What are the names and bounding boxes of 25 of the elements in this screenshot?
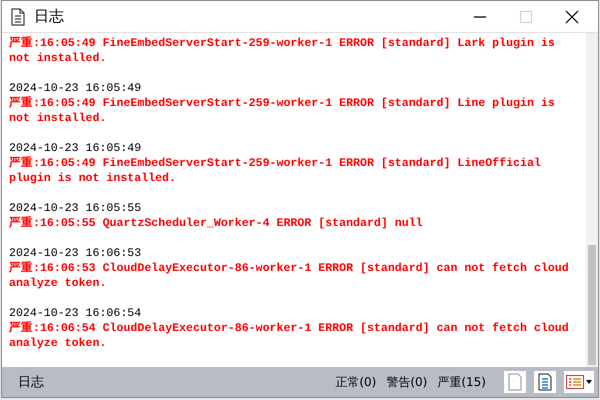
log-timestamp: 2024-10-23 16:06:53 (9, 246, 142, 261)
log-message: 严重:16:05:55 QuartzScheduler_Worker-4 ERROR [standard] null (9, 216, 424, 231)
log-message: 严重:16:06:53 CloudDelayExecutor-86-worker-1 ERROR [standard] can not fetch cloud analyze token. (9, 261, 570, 291)
log-timestamp: 2024-10-23 16:05:49 (9, 81, 142, 96)
status-label: 日志 (18, 374, 44, 391)
list-icon (566, 375, 584, 389)
log-timestamp: 2024-10-23 16:06:54 (9, 306, 142, 321)
log-message: 严重:16:05:49 FineEmbedServerStart-259-worker-1 ERROR [standard] Lark plugin is not installed. (9, 36, 556, 66)
severity-count[interactable]: 警告(0) (386, 374, 428, 390)
maximize-icon (520, 10, 532, 22)
log-message: 严重:16:05:49 FineEmbedServerStart-259-worker-1 ERROR [standard] Line plugin is not installed. (9, 96, 556, 126)
document-icon (10, 8, 26, 26)
filter-dropdown[interactable] (564, 371, 594, 393)
scrollbar[interactable] (586, 33, 598, 367)
window-title: 日志 (34, 7, 64, 26)
log-timestamp: 2024-10-23 16:05:49 (9, 141, 142, 156)
caret-icon (586, 380, 592, 384)
log-timestamp: 2024-10-23 16:05:55 (9, 201, 142, 216)
page-icon[interactable] (504, 371, 526, 393)
list-icon[interactable] (534, 371, 556, 393)
log-message: 严重:16:05:49 FineEmbedServerStart-259-worker-1 ERROR [standard] LineOfficial plugin is not installed. (9, 156, 542, 186)
log-message: 严重:16:06:54 CloudDelayExecutor-86-worker-1 ERROR [standard] can not fetch cloud analyze token. (9, 321, 570, 351)
severity-count[interactable]: 严重(15) (437, 374, 486, 390)
close-icon (564, 10, 578, 24)
severity-count[interactable]: 正常(0) (335, 374, 376, 390)
